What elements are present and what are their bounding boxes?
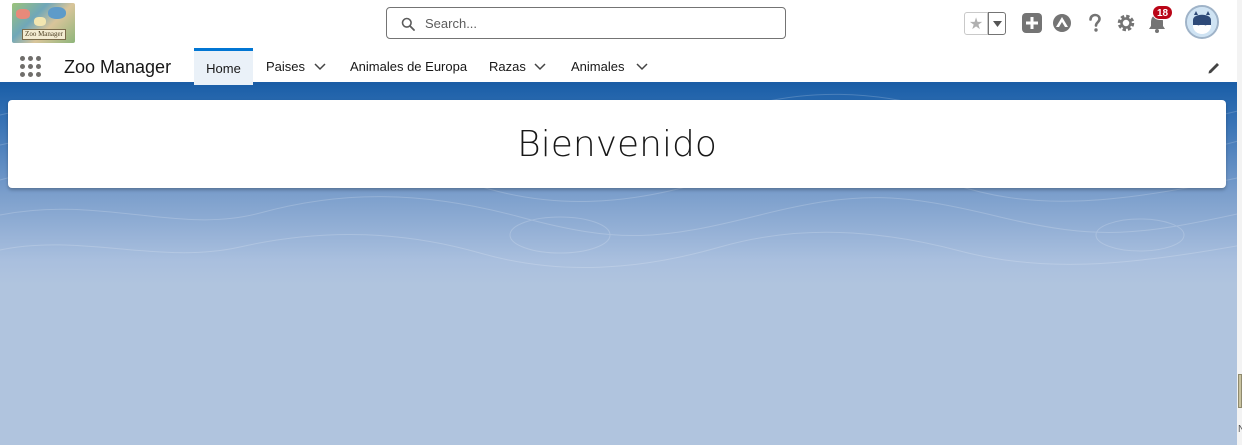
- global-header: Zoo Manager Search... ★ 18: [0, 0, 1242, 48]
- help-icon[interactable]: [1084, 12, 1106, 34]
- logo-text: Zoo Manager: [22, 29, 66, 40]
- user-avatar[interactable]: [1185, 5, 1219, 39]
- tab-animales-de-europa[interactable]: Animales de Europa: [350, 48, 467, 85]
- app-launcher-dot: [36, 64, 41, 69]
- tab-paises[interactable]: Paises: [266, 48, 305, 85]
- app-logo[interactable]: Zoo Manager: [12, 3, 75, 43]
- logo-decoration: [16, 9, 30, 19]
- star-icon: ★: [968, 15, 984, 33]
- app-launcher-dot: [28, 56, 33, 61]
- app-launcher-dot: [28, 64, 33, 69]
- edit-nav-icon[interactable]: [1207, 61, 1221, 75]
- tab-animales[interactable]: Animales: [571, 48, 624, 85]
- tab-razas[interactable]: Razas: [489, 48, 526, 85]
- notifications-badge: 18: [1152, 5, 1173, 20]
- favorites-list-button[interactable]: [988, 12, 1006, 35]
- welcome-heading: Bienvenido: [517, 124, 717, 165]
- chevron-down-icon: [992, 20, 1002, 27]
- app-launcher-dot: [20, 56, 25, 61]
- logo-decoration: [34, 17, 46, 26]
- app-launcher-dot: [20, 72, 25, 77]
- favorites-group: ★: [964, 12, 1006, 35]
- search-icon: [401, 17, 415, 31]
- edge-text: N: [1238, 424, 1242, 435]
- app-launcher-button[interactable]: [20, 56, 42, 78]
- add-icon[interactable]: [1021, 12, 1043, 34]
- chevron-down-icon[interactable]: [636, 63, 648, 71]
- avatar-icon: [1187, 7, 1217, 37]
- trailhead-icon[interactable]: [1051, 12, 1073, 34]
- app-launcher-dot: [20, 64, 25, 69]
- tab-home[interactable]: Home: [194, 48, 253, 85]
- app-launcher-dot: [36, 56, 41, 61]
- welcome-card: Bienvenido: [8, 100, 1226, 188]
- app-navigation-bar: Zoo Manager Home Paises Animales de Euro…: [0, 48, 1242, 85]
- app-launcher-dot: [28, 72, 33, 77]
- gear-icon[interactable]: [1115, 12, 1137, 34]
- logo-decoration: [48, 7, 66, 19]
- app-name: Zoo Manager: [64, 57, 172, 77]
- app-launcher-dot: [36, 72, 41, 77]
- side-tab-handle[interactable]: [1238, 374, 1242, 408]
- global-search-input[interactable]: Search...: [386, 7, 786, 39]
- chevron-down-icon[interactable]: [534, 63, 546, 71]
- search-placeholder: Search...: [425, 16, 478, 31]
- favorites-button[interactable]: ★: [964, 12, 988, 35]
- chevron-down-icon[interactable]: [314, 63, 326, 71]
